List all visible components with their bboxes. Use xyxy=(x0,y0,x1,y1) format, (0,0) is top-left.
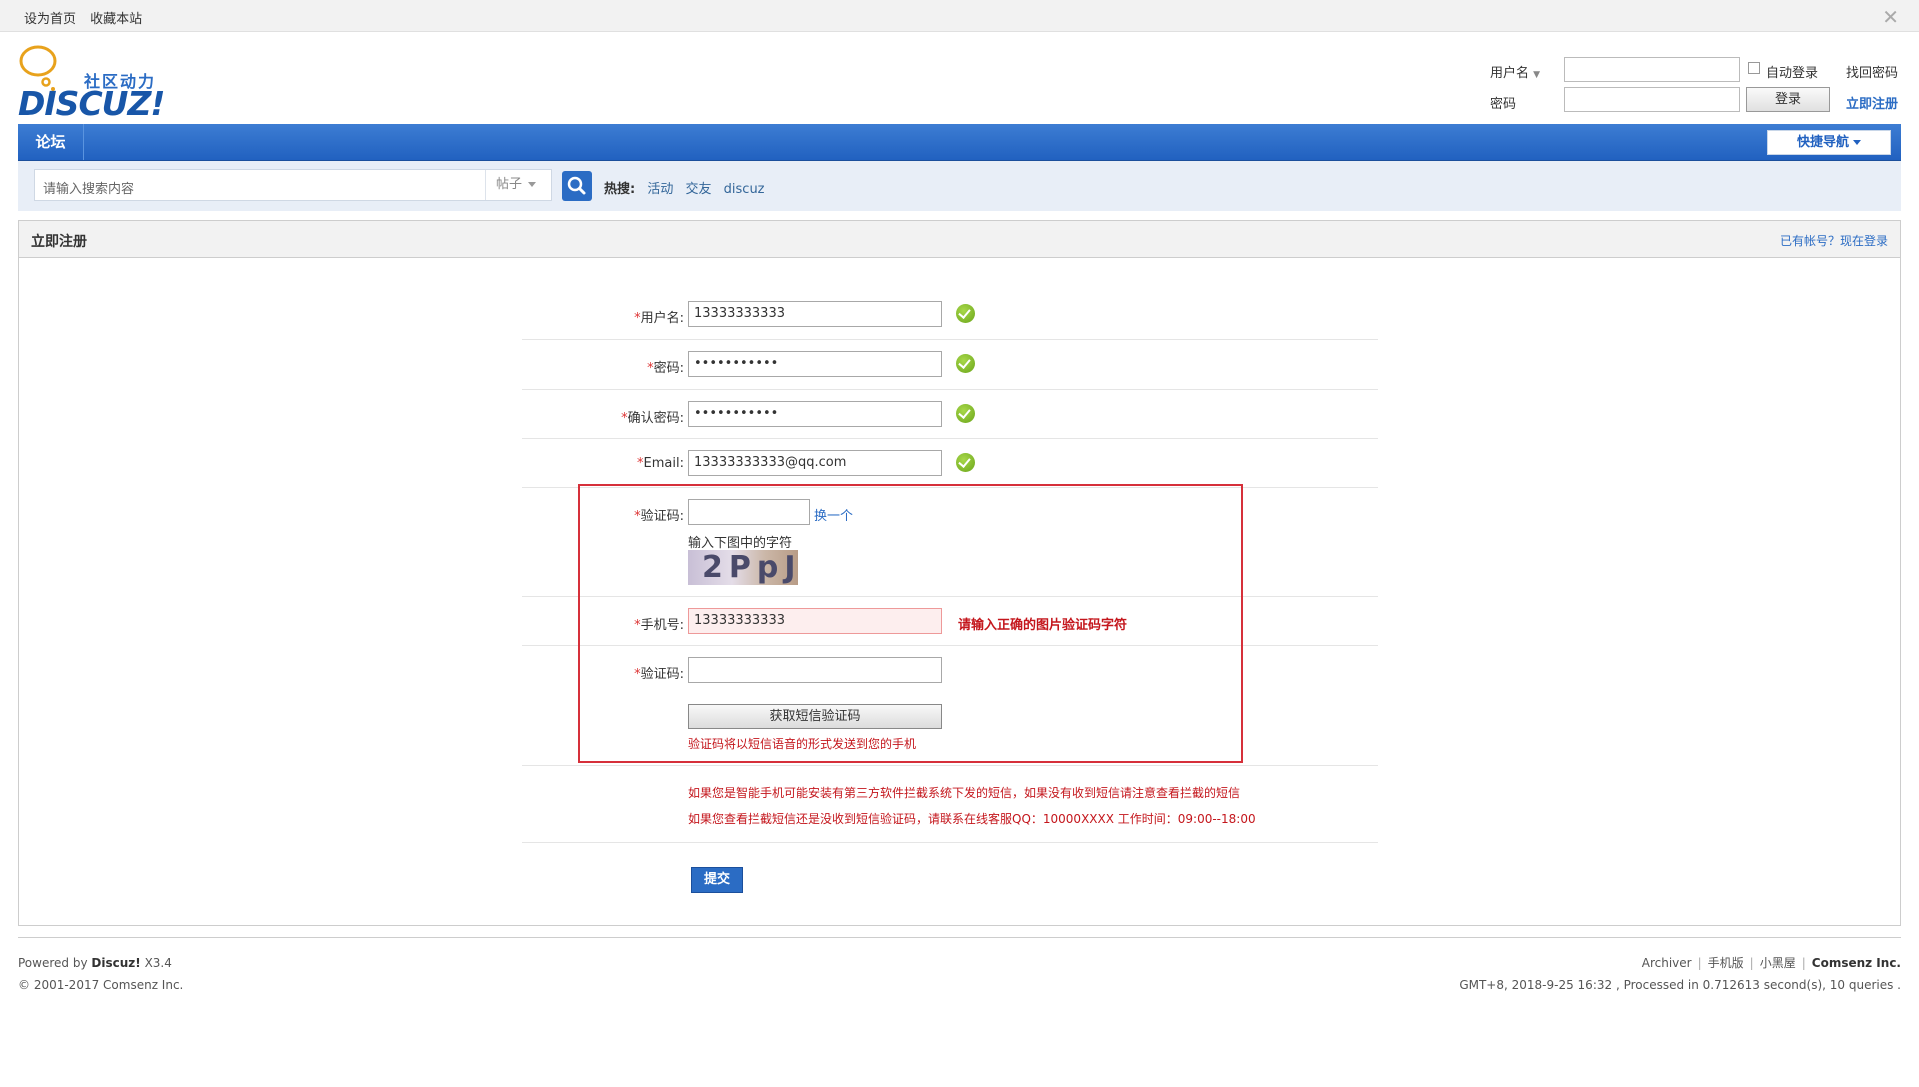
search-bar: 请输入搜索内容 帖子 热搜: 活动 交友 discuz xyxy=(18,161,1901,211)
footer-right: Archiver | 手机版 | 小黑屋 | Comsenz Inc. GMT+8, 201… xyxy=(1459,952,1901,996)
logo[interactable]: 社区动力 DISCUZ! xyxy=(18,44,168,123)
close-icon[interactable]: ✕ xyxy=(1882,5,1899,29)
panel-header: 立即注册 已有帐号？现在登录 xyxy=(19,221,1900,258)
footer-link-mobile[interactable]: 手机版 xyxy=(1708,956,1744,970)
password-field-label: *密码: xyxy=(647,361,684,376)
register-link[interactable]: 立即注册 xyxy=(1846,93,1898,112)
confirm-password-label: *确认密码: xyxy=(621,411,684,426)
email-field[interactable]: 13333333333@qq.com xyxy=(688,450,942,476)
footer-stats: GMT+8, 2018-9-25 16:32 , Processed in 0.… xyxy=(1459,978,1901,992)
set-home-link[interactable]: 设为首页 xyxy=(24,12,76,27)
username-field[interactable]: 13333333333 xyxy=(688,301,942,327)
login-button[interactable]: 登录 xyxy=(1746,87,1830,112)
auto-login-checkbox[interactable] xyxy=(1748,62,1760,74)
hot-tag[interactable]: 交友 xyxy=(686,182,712,197)
auto-login-label[interactable]: 自动登录 xyxy=(1766,62,1818,81)
copyright: © 2001-2017 Comsenz Inc. xyxy=(18,978,184,992)
footer-left: Powered by Discuz! X3.4 © 2001-2017 Coms… xyxy=(18,952,183,996)
username-field-label: *用户名: xyxy=(634,311,684,326)
form-row-email: *Email: 13333333333@qq.com xyxy=(522,439,1378,488)
bookmark-link[interactable]: 收藏本站 xyxy=(90,12,142,27)
search-input[interactable]: 请输入搜索内容 帖子 xyxy=(34,169,552,201)
footer-link-archiver[interactable]: Archiver xyxy=(1642,956,1692,970)
password-label: 密码 xyxy=(1490,97,1517,112)
valid-check-icon xyxy=(956,453,975,472)
login-form: 用户名 ▼ 自动登录 找回密码 密码 登录 立即注册 xyxy=(1480,54,1910,114)
main-nav: 论坛 快捷导航 xyxy=(18,124,1901,161)
search-placeholder: 请输入搜索内容 xyxy=(43,182,135,197)
valid-check-icon xyxy=(956,354,975,373)
valid-check-icon xyxy=(956,304,975,323)
hot-tag[interactable]: discuz xyxy=(724,182,765,197)
form-row-notice: 如果您是智能手机可能安装有第三方软件拦截系统下发的短信，如果没有收到短信请注意查… xyxy=(522,766,1378,843)
username-label[interactable]: 用户名 ▼ xyxy=(1490,62,1540,81)
top-links: 设为首页 收藏本站 xyxy=(24,8,152,27)
sms-notice-2: 如果您查看拦截短信还是没收到短信验证码，请联系在线客服QQ：10000XXXX … xyxy=(688,812,1256,826)
form-row-username: *用户名: 13333333333 xyxy=(522,290,1378,340)
confirm-password-field[interactable]: ••••••••••• xyxy=(688,401,942,427)
footer-links: Archiver | 手机版 | 小黑屋 | Comsenz Inc. xyxy=(1641,956,1901,970)
hot-tag[interactable]: 活动 xyxy=(647,182,673,197)
hot-search: 热搜: 活动 交友 discuz xyxy=(604,178,765,197)
nav-forum-tab[interactable]: 论坛 xyxy=(18,124,84,160)
logo-wordmark: DISCUZ! xyxy=(18,84,165,123)
hot-search-label: 热搜: xyxy=(604,182,636,197)
login-username-input[interactable] xyxy=(1564,57,1740,82)
search-type-select[interactable]: 帖子 xyxy=(485,170,551,200)
login-password-input[interactable] xyxy=(1564,87,1740,112)
footer-company[interactable]: Comsenz Inc. xyxy=(1812,956,1901,970)
search-button[interactable] xyxy=(562,171,592,201)
highlight-box xyxy=(578,484,1243,763)
login-now-link[interactable]: 已有帐号？现在登录 xyxy=(1780,232,1888,249)
form-row-password: *密码: ••••••••••• xyxy=(522,340,1378,390)
forgot-password-link[interactable]: 找回密码 xyxy=(1846,62,1898,81)
search-icon xyxy=(567,176,586,195)
password-field[interactable]: ••••••••••• xyxy=(688,351,942,377)
form-row-confirm: *确认密码: ••••••••••• xyxy=(522,390,1378,439)
chevron-down-icon xyxy=(1853,140,1861,145)
valid-check-icon xyxy=(956,404,975,423)
quick-nav-button[interactable]: 快捷导航 xyxy=(1767,130,1891,155)
chevron-down-icon xyxy=(528,182,537,187)
footer-divider xyxy=(18,937,1901,938)
page-title: 立即注册 xyxy=(31,234,87,250)
sms-notice-1: 如果您是智能手机可能安装有第三方软件拦截系统下发的短信，如果没有收到短信请注意查… xyxy=(688,786,1241,800)
powered-by: Powered by Discuz! X3.4 xyxy=(18,956,172,970)
footer-link-blacklist[interactable]: 小黑屋 xyxy=(1760,956,1796,970)
submit-button[interactable]: 提交 xyxy=(691,867,743,893)
email-field-label: *Email: xyxy=(637,456,684,471)
top-bar: 设为首页 收藏本站 ✕ xyxy=(0,0,1919,32)
